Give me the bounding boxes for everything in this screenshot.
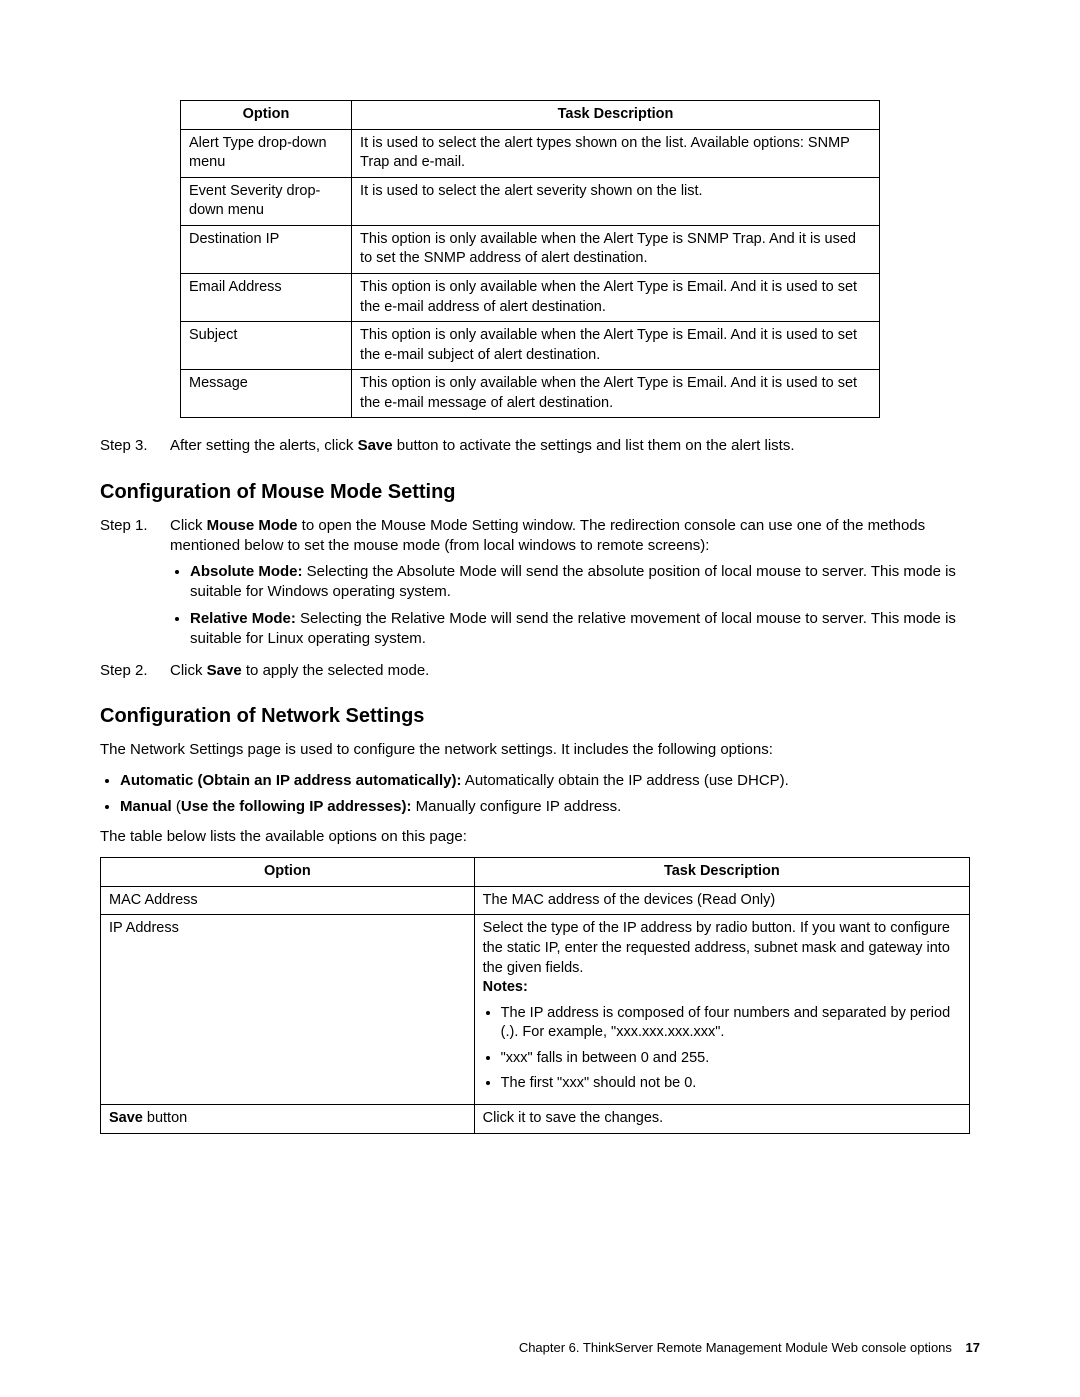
col-description: Task Description: [474, 858, 969, 887]
list-item: Manual (Use the following IP addresses):…: [120, 797, 980, 817]
step-label: Step 3.: [100, 436, 170, 456]
table-row: Destination IPThis option is only availa…: [181, 225, 880, 273]
mouse-step-2: Step 2. Click Save to apply the selected…: [100, 661, 980, 681]
mouse-mode-bullets: Absolute Mode: Selecting the Absolute Mo…: [170, 562, 980, 649]
network-table-intro: The table below lists the available opti…: [100, 827, 980, 847]
page-footer: Chapter 6. ThinkServer Remote Management…: [519, 1339, 980, 1357]
network-options-table: Option Task Description MAC Address The …: [100, 857, 970, 1133]
table-row: Save button Click it to save the changes…: [101, 1104, 970, 1133]
col-option: Option: [181, 101, 352, 130]
network-bullets: Automatic (Obtain an IP address automati…: [100, 771, 980, 818]
table-row: SubjectThis option is only available whe…: [181, 322, 880, 370]
table-row: Alert Type drop-down menuIt is used to s…: [181, 129, 880, 177]
alerts-options-table: Option Task Description Alert Type drop-…: [180, 100, 880, 418]
list-item: "xxx" falls in between 0 and 255.: [501, 1049, 961, 1069]
table-row: Event Severity drop-down menuIt is used …: [181, 177, 880, 225]
heading-network: Configuration of Network Settings: [100, 703, 980, 730]
table-row: MAC Address The MAC address of the devic…: [101, 886, 970, 915]
table-row: MessageThis option is only available whe…: [181, 370, 880, 418]
list-item: The first "xxx" should not be 0.: [501, 1074, 961, 1094]
network-intro: The Network Settings page is used to con…: [100, 740, 980, 760]
step-body: After setting the alerts, click Save but…: [170, 436, 980, 456]
step-3: Step 3. After setting the alerts, click …: [100, 436, 980, 456]
list-item: Relative Mode: Selecting the Relative Mo…: [190, 609, 980, 650]
step-body: Click Save to apply the selected mode.: [170, 661, 980, 681]
table-row: Email AddressThis option is only availab…: [181, 273, 880, 321]
step-label: Step 1.: [100, 516, 170, 656]
list-item: Absolute Mode: Selecting the Absolute Mo…: [190, 562, 980, 603]
ip-notes-list: The IP address is composed of four numbe…: [483, 1004, 961, 1094]
list-item: The IP address is composed of four numbe…: [501, 1004, 961, 1043]
col-description: Task Description: [352, 101, 880, 130]
table-row: IP Address Select the type of the IP add…: [101, 915, 970, 1105]
step-body: Click Mouse Mode to open the Mouse Mode …: [170, 516, 980, 656]
mouse-step-1: Step 1. Click Mouse Mode to open the Mou…: [100, 516, 980, 656]
step-label: Step 2.: [100, 661, 170, 681]
list-item: Automatic (Obtain an IP address automati…: [120, 771, 980, 791]
heading-mouse-mode: Configuration of Mouse Mode Setting: [100, 479, 980, 506]
col-option: Option: [101, 858, 475, 887]
